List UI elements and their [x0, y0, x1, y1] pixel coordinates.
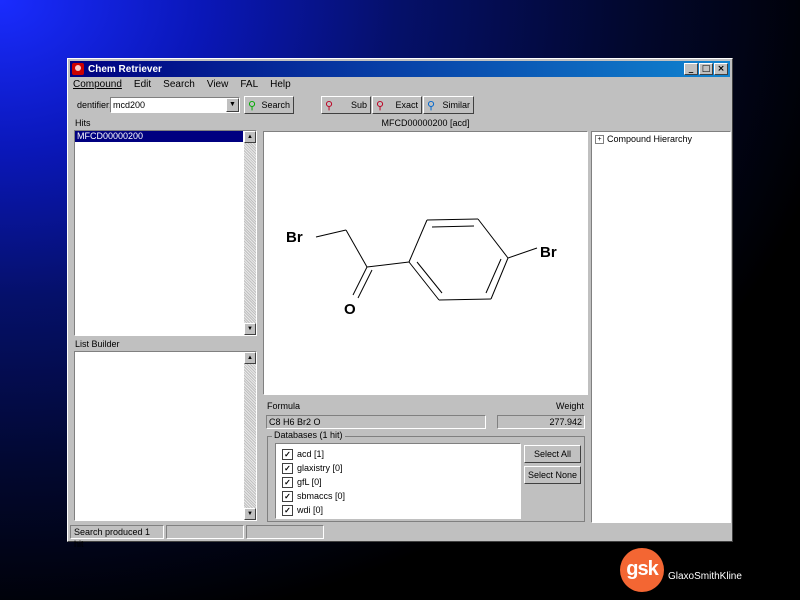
tree-node-compound-hierarchy[interactable]: + Compound Hierarchy	[592, 132, 730, 146]
app-window: Chem Retriever _ □ × Compound Edit Searc…	[67, 58, 733, 549]
menu-search[interactable]: Search	[162, 79, 196, 93]
expand-icon[interactable]: +	[595, 134, 604, 144]
app-icon	[72, 63, 84, 75]
status-panel-3	[246, 525, 324, 539]
atom-br-left: Br	[286, 229, 303, 246]
menu-help[interactable]: Help	[269, 79, 292, 93]
minimize-button[interactable]: _	[684, 63, 698, 75]
gsk-logo: gsk	[620, 548, 664, 592]
checkbox-checked-icon[interactable]: ✓	[282, 476, 293, 488]
sub-search-button[interactable]: ⚲ Sub	[321, 96, 371, 114]
maximize-button[interactable]: □	[699, 63, 713, 75]
similar-icon: ⚲	[427, 100, 436, 112]
identifier-combo[interactable]: mcd200 ▼	[110, 97, 240, 113]
database-item[interactable]: ✓ glaxistry [0]	[282, 461, 514, 475]
checkbox-checked-icon[interactable]: ✓	[282, 448, 293, 460]
formula-label: Formula	[267, 401, 301, 411]
atom-br-right: Br	[540, 244, 557, 261]
checkbox-checked-icon[interactable]: ✓	[282, 490, 293, 502]
structure-header: MFCD00000200 [acd]	[381, 118, 470, 128]
status-panel-2	[166, 525, 244, 539]
checkbox-checked-icon[interactable]: ✓	[282, 462, 293, 474]
title-bar[interactable]: Chem Retriever _ □ ×	[70, 61, 730, 77]
menu-view[interactable]: View	[206, 79, 230, 93]
checkbox-checked-icon[interactable]: ✓	[282, 504, 293, 516]
hit-item[interactable]: MFCD00000200	[75, 131, 243, 142]
databases-label: Databases (1 hit)	[272, 430, 345, 440]
list-builder-label: List Builder	[75, 339, 120, 349]
scroll-down-icon[interactable]: ▼	[244, 508, 256, 520]
search-icon: ⚲	[248, 100, 257, 112]
weight-label: Weight	[556, 401, 584, 411]
database-item[interactable]: ✓ wdi [0]	[282, 503, 514, 517]
hierarchy-panel[interactable]: + Compound Hierarchy	[591, 131, 731, 523]
gsk-branding: gsk GlaxoSmithKline	[620, 548, 742, 592]
hits-scrollbar[interactable]: ▲ ▼	[244, 131, 256, 335]
exact-icon: ⚲	[376, 100, 385, 112]
list-builder-panel[interactable]: ▲ ▼	[74, 351, 257, 521]
hits-list[interactable]: MFCD00000200 ▲ ▼	[74, 130, 257, 336]
scroll-down-icon[interactable]: ▼	[244, 323, 256, 335]
databases-group: Databases (1 hit) ✓ acd [1] ✓ glaxistry [0…	[267, 430, 585, 522]
status-message: Search produced 1 hit	[70, 525, 164, 549]
database-item[interactable]: ✓ gfL [0]	[282, 475, 514, 489]
menu-fal[interactable]: FAL	[239, 79, 259, 93]
chevron-down-icon[interactable]: ▼	[226, 98, 239, 112]
identifier-label: dentifier:	[77, 100, 112, 110]
list-builder-scrollbar[interactable]: ▲ ▼	[244, 352, 256, 520]
database-item[interactable]: ✓ sbmaccs [0]	[282, 489, 514, 503]
structure-panel[interactable]: Br Br O	[263, 131, 588, 395]
formula-field: C8 H6 Br2 O	[266, 415, 486, 429]
scroll-up-icon[interactable]: ▲	[244, 131, 256, 143]
databases-list[interactable]: ✓ acd [1] ✓ glaxistry [0] ✓ gfL [0] ✓ sbmacc…	[275, 443, 521, 519]
search-button[interactable]: ⚲ Search	[244, 96, 294, 114]
weight-field: 277.942	[497, 415, 585, 429]
scroll-up-icon[interactable]: ▲	[244, 352, 256, 364]
select-none-button[interactable]: Select None	[524, 466, 581, 484]
substructure-icon: ⚲	[325, 100, 334, 112]
hits-label: Hits	[75, 118, 91, 128]
identifier-value: mcd200	[113, 100, 146, 110]
molecule-drawing: Br Br O	[286, 218, 557, 318]
menu-compound[interactable]: Compound	[72, 79, 123, 93]
atom-oxygen: O	[344, 301, 356, 318]
close-button[interactable]: ×	[714, 63, 728, 75]
similar-search-button[interactable]: ⚲ Similar	[423, 96, 474, 114]
select-all-button[interactable]: Select All	[524, 445, 581, 463]
status-bar: Search produced 1 hit	[70, 525, 730, 549]
database-item[interactable]: ✓ acd [1]	[282, 447, 514, 461]
exact-search-button[interactable]: ⚲ Exact	[372, 96, 422, 114]
menu-edit[interactable]: Edit	[133, 79, 152, 93]
menu-bar: Compound Edit Search View FAL Help	[72, 79, 292, 93]
window-title: Chem Retriever	[88, 63, 162, 75]
company-name: GlaxoSmithKline	[668, 570, 742, 582]
